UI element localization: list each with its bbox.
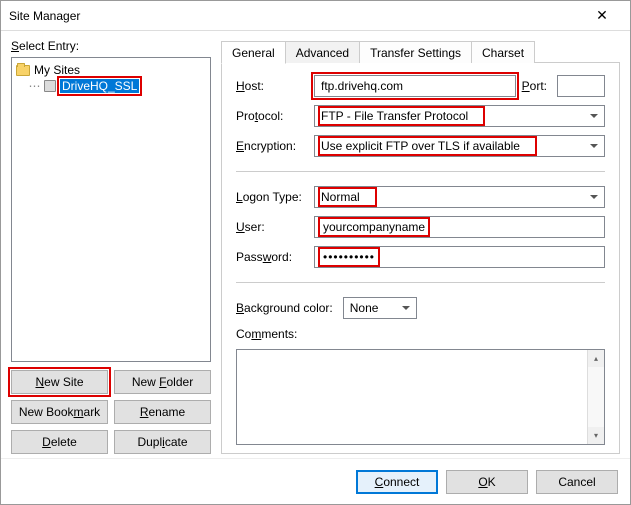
select-entry-label: Select Entry: — [11, 39, 211, 53]
tree-root-my-sites[interactable]: My Sites — [16, 62, 206, 78]
scroll-down-icon[interactable]: ▾ — [587, 427, 604, 444]
tree-root-label: My Sites — [34, 63, 80, 77]
tree-item-drivehq-ssl[interactable]: ⋯ DriveHQ_SSL — [28, 78, 206, 94]
row-user: User: yourcompanyname — [236, 216, 605, 238]
left-button-grid: New Site New Folder New Bookmark Rename … — [11, 370, 211, 454]
separator-1 — [236, 171, 605, 172]
general-pane: Host: ftp.drivehq.com Port: Protocol: FT… — [221, 63, 620, 454]
scroll-track[interactable] — [587, 367, 604, 427]
tab-transfer-settings[interactable]: Transfer Settings — [359, 41, 472, 63]
right-panel: General Advanced Transfer Settings Chars… — [221, 39, 620, 454]
folder-icon — [16, 65, 30, 76]
separator-2 — [236, 282, 605, 283]
host-input[interactable]: ftp.drivehq.com — [314, 75, 516, 97]
rename-button[interactable]: Rename — [114, 400, 211, 424]
logon-type-select[interactable]: Normal — [314, 186, 605, 208]
left-panel: Select Entry: My Sites ⋯ DriveHQ_SSL New… — [11, 39, 211, 454]
port-input[interactable] — [557, 75, 605, 97]
row-bgcolor: Background color: None — [236, 297, 605, 319]
delete-button[interactable]: Delete — [11, 430, 108, 454]
row-password: Password: •••••••••• — [236, 246, 605, 268]
ok-button[interactable]: OK — [446, 470, 528, 494]
password-input[interactable]: •••••••••• — [314, 246, 605, 268]
duplicate-button[interactable]: Duplicate — [114, 430, 211, 454]
protocol-select[interactable]: FTP - File Transfer Protocol — [314, 105, 605, 127]
dialog-body: Select Entry: My Sites ⋯ DriveHQ_SSL New… — [1, 31, 630, 458]
logon-type-label: Logon Type: — [236, 190, 308, 204]
new-folder-button[interactable]: New Folder — [114, 370, 211, 394]
titlebar: Site Manager ✕ — [1, 1, 630, 31]
bgcolor-select[interactable]: None — [343, 297, 417, 319]
tab-advanced[interactable]: Advanced — [285, 41, 360, 63]
user-input[interactable]: yourcompanyname — [314, 216, 605, 238]
row-logon-type: Logon Type: Normal — [236, 186, 605, 208]
cancel-button[interactable]: Cancel — [536, 470, 618, 494]
comments-textarea[interactable]: ▴ ▾ — [236, 349, 605, 445]
row-protocol: Protocol: FTP - File Transfer Protocol — [236, 105, 605, 127]
tab-general[interactable]: General — [221, 41, 286, 64]
encryption-select[interactable]: Use explicit FTP over TLS if available — [314, 135, 605, 157]
row-encryption: Encryption: Use explicit FTP over TLS if… — [236, 135, 605, 157]
close-icon[interactable]: ✕ — [582, 2, 622, 30]
site-tree[interactable]: My Sites ⋯ DriveHQ_SSL — [11, 57, 211, 362]
comments-label: Comments: — [236, 327, 605, 341]
user-label: User: — [236, 220, 308, 234]
server-icon — [44, 80, 56, 92]
tab-charset[interactable]: Charset — [471, 41, 535, 63]
bgcolor-label: Background color: — [236, 301, 333, 315]
tree-item-label: DriveHQ_SSL — [60, 79, 139, 93]
encryption-label: Encryption: — [236, 139, 308, 153]
new-site-button[interactable]: New Site — [11, 370, 108, 394]
connect-button[interactable]: Connect — [356, 470, 438, 494]
tree-connector-icon: ⋯ — [28, 79, 40, 93]
dialog-footer: Connect OK Cancel — [1, 458, 630, 504]
window-title: Site Manager — [9, 9, 582, 23]
new-bookmark-button[interactable]: New Bookmark — [11, 400, 108, 424]
password-label: Password: — [236, 250, 308, 264]
protocol-label: Protocol: — [236, 109, 308, 123]
tab-bar: General Advanced Transfer Settings Chars… — [221, 39, 620, 63]
port-label: Port: — [522, 79, 547, 93]
row-host: Host: ftp.drivehq.com Port: — [236, 75, 605, 97]
site-manager-window: Site Manager ✕ Select Entry: My Sites ⋯ … — [0, 0, 631, 505]
host-label: Host: — [236, 79, 308, 93]
scroll-up-icon[interactable]: ▴ — [587, 350, 604, 367]
